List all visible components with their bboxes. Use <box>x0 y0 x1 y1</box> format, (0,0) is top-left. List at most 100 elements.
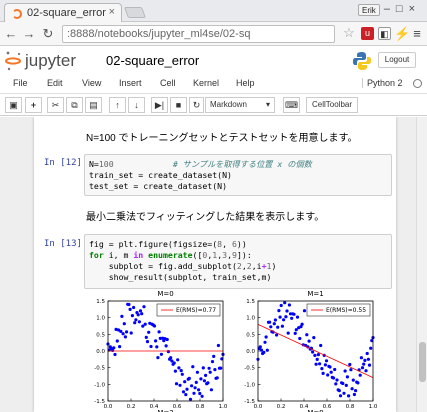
data-point <box>349 368 353 372</box>
move-down-icon[interactable]: ↓ <box>128 97 145 113</box>
data-point <box>269 325 273 329</box>
logout-button[interactable]: Logout <box>378 52 416 68</box>
extension-icon[interactable]: ◧ <box>378 27 391 40</box>
data-point <box>128 307 132 311</box>
data-point <box>364 369 368 373</box>
data-point <box>366 357 370 361</box>
run-icon[interactable]: ▶| <box>151 97 168 113</box>
menu-help[interactable]: Help <box>236 78 255 88</box>
url-input[interactable]: :8888/notebooks/jupyter_ml4se/02-sq <box>62 25 335 43</box>
restart-icon[interactable]: ↻ <box>189 97 204 113</box>
data-point <box>328 365 332 369</box>
output-figure: M=01.51.00.50.0-0.5-1.0-1.50.0 0.2 0.4 0.6 0… <box>94 290 378 412</box>
tab-close-icon[interactable]: × <box>109 6 115 18</box>
code-cell-13[interactable]: fig = plt.figure(figsize=(8, 6)) for i, … <box>84 234 392 289</box>
data-point <box>305 333 309 337</box>
star-icon[interactable]: ☆ <box>342 25 356 41</box>
data-point <box>320 367 324 371</box>
data-point <box>166 350 170 354</box>
scrollbar-thumb[interactable] <box>419 342 426 382</box>
menu-cell[interactable]: Cell <box>160 78 176 88</box>
data-point <box>197 388 201 392</box>
data-point <box>144 335 148 339</box>
data-point <box>312 336 316 340</box>
data-point <box>273 318 277 322</box>
data-point <box>352 392 356 397</box>
data-point <box>127 302 131 307</box>
data-point <box>137 320 141 324</box>
legend-label: E(RMS)=0.77 <box>176 307 216 314</box>
data-point <box>120 314 124 318</box>
menu-icon[interactable]: ≡ <box>410 26 424 41</box>
data-point <box>195 370 199 374</box>
data-point <box>337 389 341 393</box>
y-tick-label: -1.0 <box>94 382 105 388</box>
data-point <box>172 361 176 365</box>
data-point <box>176 358 180 362</box>
insert-cell-icon[interactable]: + <box>25 97 42 113</box>
data-point <box>287 303 291 307</box>
code-cell-12[interactable]: N=100 # サンプルを取得する位置 x の個数 train_set = cr… <box>84 154 392 196</box>
data-point <box>338 394 343 398</box>
bolt-icon[interactable]: ⚡ <box>394 26 410 42</box>
forward-arrow-icon[interactable]: → <box>22 26 36 41</box>
data-point <box>360 366 365 370</box>
data-point <box>112 346 116 350</box>
legend-label: E(RMS)=0.55 <box>326 307 366 314</box>
data-point <box>283 301 287 305</box>
data-point <box>344 383 348 387</box>
data-point <box>122 322 126 326</box>
markdown-cell-2[interactable]: 最小二乗法でフィッティングした結果を表示します。 <box>86 208 324 223</box>
window-controls[interactable]: –□× <box>384 3 421 15</box>
x-tick-label: 1.0 <box>219 404 228 410</box>
data-point <box>204 373 208 377</box>
data-point <box>213 368 217 372</box>
data-point <box>154 339 158 343</box>
data-point <box>121 332 125 336</box>
menu-insert[interactable]: Insert <box>119 78 142 88</box>
ublock-icon[interactable]: u <box>361 27 374 40</box>
data-point <box>356 381 360 385</box>
cut-icon[interactable]: ✂ <box>47 97 64 113</box>
x-tick-label: 0.0 <box>254 404 263 410</box>
data-point <box>286 331 290 335</box>
data-point <box>363 358 367 362</box>
menu-file[interactable]: File <box>13 78 28 88</box>
profile-badge[interactable]: Erik <box>358 4 380 16</box>
menu-view[interactable]: View <box>82 78 101 88</box>
address-bar-row: ← → ↻ :8888/notebooks/jupyter_ml4se/02-s… <box>0 22 427 46</box>
reload-icon[interactable]: ↻ <box>41 26 55 42</box>
tab-title: 02-square_error <box>27 7 106 19</box>
subplot-title: M=0 <box>157 290 173 298</box>
move-up-icon[interactable]: ↑ <box>109 97 126 113</box>
data-point <box>362 362 366 366</box>
data-point <box>194 380 198 384</box>
menu-edit[interactable]: Edit <box>47 78 63 88</box>
copy-icon[interactable]: ⧉ <box>66 97 83 113</box>
data-point <box>149 344 153 349</box>
data-point <box>132 305 136 310</box>
data-point <box>316 353 320 357</box>
paste-icon[interactable]: ▤ <box>85 97 102 113</box>
scrollbar[interactable] <box>416 117 427 412</box>
notebook-title[interactable]: 02-square_error <box>106 53 199 68</box>
data-point <box>284 315 288 319</box>
browser-tab[interactable]: 02-square_error × <box>4 3 122 22</box>
jupyter-logo[interactable]: jupyter <box>5 50 87 72</box>
data-point <box>201 366 205 370</box>
celltoolbar-button[interactable]: CellToolbar <box>306 97 358 113</box>
stop-icon[interactable]: ■ <box>170 97 187 113</box>
data-point <box>123 335 127 339</box>
menu-kernel[interactable]: Kernel <box>193 78 219 88</box>
data-point <box>324 359 329 363</box>
data-point <box>173 369 177 373</box>
back-arrow-icon[interactable]: ← <box>4 26 18 41</box>
data-point <box>177 366 181 370</box>
data-point <box>129 331 133 335</box>
command-palette-icon[interactable]: ⌨ <box>283 97 300 113</box>
new-tab-button[interactable] <box>123 7 147 18</box>
save-icon[interactable]: ▣ <box>5 97 22 113</box>
markdown-cell-1[interactable]: N=100 でトレーニングセットとテストセットを用意します。 <box>86 129 358 144</box>
y-tick-label: 0.0 <box>246 349 255 355</box>
cell-type-select[interactable]: Markdown ▾ <box>205 97 275 113</box>
